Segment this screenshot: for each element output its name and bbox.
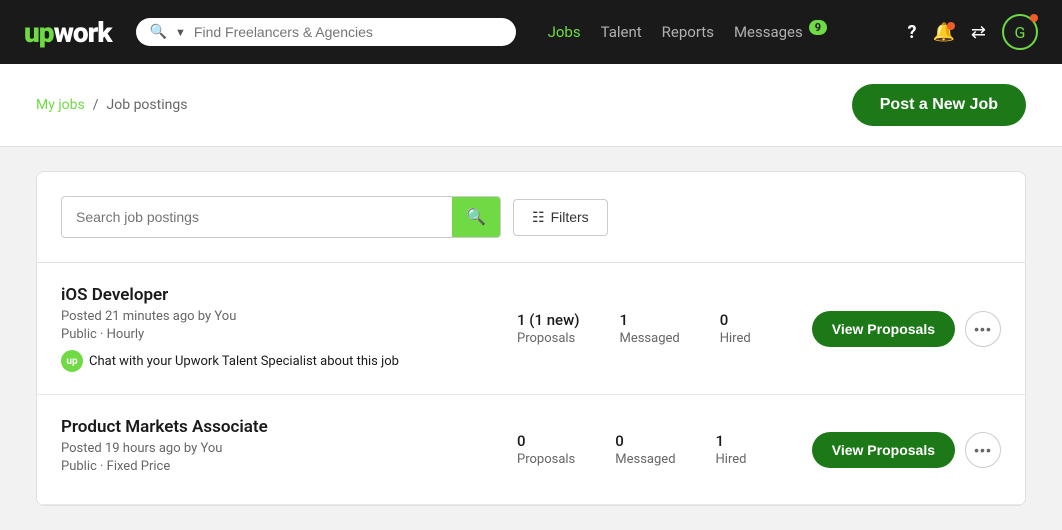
filter-icon: ☷	[532, 209, 545, 226]
more-icon: •••	[974, 321, 992, 337]
nav-links: Jobs Talent Reports Messages 9	[548, 23, 827, 41]
view-proposals-button[interactable]: View Proposals	[812, 432, 955, 468]
jobs-card: 🔍 ☷ Filters iOS Developer Posted 21 minu…	[36, 171, 1026, 506]
job-title: Product Markets Associate	[61, 417, 481, 437]
proposals-value: 0	[517, 432, 575, 450]
help-icon[interactable]: ?	[908, 22, 917, 43]
job-title: iOS Developer	[61, 285, 481, 305]
proposals-stat: 0 Proposals	[517, 432, 575, 467]
view-proposals-button[interactable]: View Proposals	[812, 311, 955, 347]
switch-account-icon[interactable]: ⇄	[971, 22, 986, 43]
main-content: 🔍 ☷ Filters iOS Developer Posted 21 minu…	[0, 147, 1062, 530]
messages-badge: 9	[809, 20, 827, 35]
more-icon: •••	[974, 442, 992, 458]
hired-label: Hired	[720, 331, 751, 346]
search-jobs-input[interactable]	[62, 199, 452, 235]
messaged-value: 1	[619, 311, 679, 329]
proposals-value: 1 (1 new)	[517, 311, 579, 329]
breadcrumb-separator: /	[93, 97, 99, 113]
messaged-label: Messaged	[615, 452, 675, 467]
breadcrumb-bar: My jobs / Job postings Post a New Job	[0, 64, 1062, 147]
hired-value: 1	[716, 432, 747, 450]
notification-dot	[947, 22, 955, 30]
nav-search-bar[interactable]: 🔍 ▼	[136, 18, 516, 46]
nav-search-icon: 🔍	[150, 24, 167, 40]
search-submit-icon: 🔍	[466, 209, 486, 226]
nav-search-dropdown-icon: ▼	[175, 26, 186, 39]
filters-button[interactable]: ☷ Filters	[513, 199, 608, 236]
nav-link-talent[interactable]: Talent	[601, 23, 642, 41]
job-row: iOS Developer Posted 21 minutes ago by Y…	[37, 263, 1025, 395]
filters-label: Filters	[551, 209, 589, 225]
chat-upwork-widget[interactable]: up Chat with your Upwork Talent Speciali…	[61, 350, 481, 372]
search-submit-button[interactable]: 🔍	[452, 197, 500, 237]
job-type: Public · Fixed Price	[61, 459, 481, 474]
notifications-wrapper: 🔔	[932, 22, 954, 43]
breadcrumb: My jobs / Job postings	[36, 97, 187, 113]
more-options-button[interactable]: •••	[965, 432, 1001, 468]
job-info-ios-developer: iOS Developer Posted 21 minutes ago by Y…	[61, 285, 481, 372]
messaged-stat: 1 Messaged	[619, 311, 679, 346]
nav-link-messages[interactable]: Messages	[734, 23, 803, 41]
hired-label: Hired	[716, 452, 747, 467]
job-meta: Posted 21 minutes ago by You	[61, 309, 481, 324]
messaged-stat: 0 Messaged	[615, 432, 675, 467]
nav-link-reports[interactable]: Reports	[662, 23, 714, 41]
messaged-label: Messaged	[619, 331, 679, 346]
nav-link-jobs[interactable]: Jobs	[548, 23, 581, 41]
upwork-badge-icon: up	[61, 350, 83, 372]
hired-stat: 0 Hired	[720, 311, 751, 346]
job-actions: View Proposals •••	[812, 311, 1001, 347]
hired-value: 0	[720, 311, 751, 329]
nav-search-input[interactable]	[194, 24, 502, 40]
proposals-label: Proposals	[517, 331, 579, 346]
job-type: Public · Hourly	[61, 327, 481, 342]
navbar: upwork 🔍 ▼ Jobs Talent Reports Messages …	[0, 0, 1062, 64]
avatar-dot	[1030, 14, 1038, 22]
breadcrumb-my-jobs[interactable]: My jobs	[36, 97, 85, 113]
nav-icons: ? 🔔 ⇄ G	[908, 14, 1038, 50]
job-row: Product Markets Associate Posted 19 hour…	[37, 395, 1025, 505]
proposals-label: Proposals	[517, 452, 575, 467]
messaged-value: 0	[615, 432, 675, 450]
proposals-stat: 1 (1 new) Proposals	[517, 311, 579, 346]
job-stats: 0 Proposals 0 Messaged 1 Hired	[497, 432, 796, 467]
job-stats: 1 (1 new) Proposals 1 Messaged 0 Hired	[497, 311, 796, 346]
job-actions: View Proposals •••	[812, 432, 1001, 468]
search-row: 🔍 ☷ Filters	[37, 172, 1025, 263]
more-options-button[interactable]: •••	[965, 311, 1001, 347]
search-input-wrap: 🔍	[61, 196, 501, 238]
avatar-letter: G	[1015, 23, 1026, 42]
logo[interactable]: upwork	[24, 16, 112, 49]
post-new-job-button[interactable]: Post a New Job	[852, 84, 1026, 126]
chat-label: Chat with your Upwork Talent Specialist …	[89, 354, 399, 369]
user-avatar[interactable]: G	[1002, 14, 1038, 50]
hired-stat: 1 Hired	[716, 432, 747, 467]
job-meta: Posted 19 hours ago by You	[61, 441, 481, 456]
breadcrumb-current: Job postings	[107, 97, 188, 113]
job-info-product-markets: Product Markets Associate Posted 19 hour…	[61, 417, 481, 482]
